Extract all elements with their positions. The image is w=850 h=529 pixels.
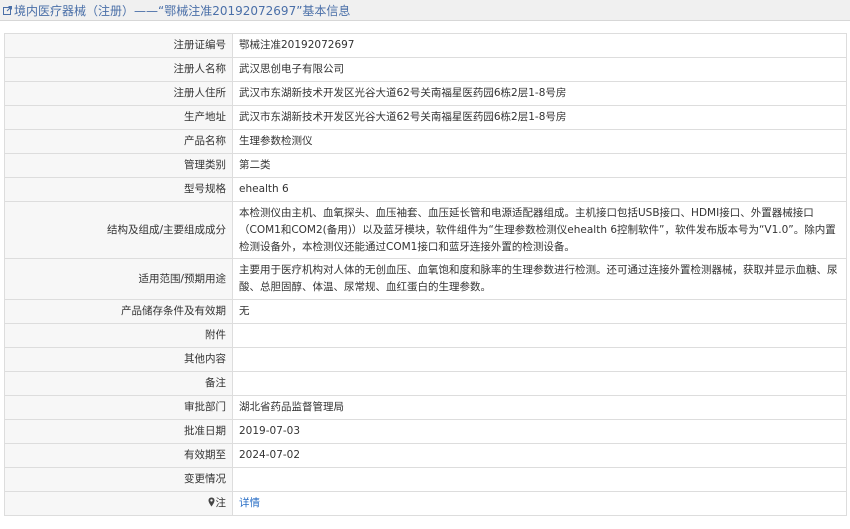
row-label: 生产地址: [4, 105, 233, 130]
table-row: 其他内容: [4, 347, 847, 372]
row-value: 湖北省药品监督管理局: [232, 395, 847, 420]
row-label-note: 注: [4, 491, 233, 516]
basic-info-table: 注册证编号 鄂械注准20192072697 注册人名称 武汉思创电子有限公司 注…: [4, 33, 847, 516]
table-row: 型号规格 ehealth 6: [4, 177, 847, 202]
row-label: 审批部门: [4, 395, 233, 420]
row-label: 注册证编号: [4, 33, 233, 58]
table-row: 产品储存条件及有效期 无: [4, 299, 847, 324]
row-value: [232, 347, 847, 372]
external-link-icon: [3, 5, 12, 15]
row-value: 本检测仪由主机、血氧探头、血压袖套、血压延长管和电源适配器组成。主机接口包括US…: [232, 201, 847, 259]
row-value: 主要用于医疗机构对人体的无创血压、血氧饱和度和脉率的生理参数进行检测。还可通过连…: [232, 258, 847, 300]
table-row: 附件: [4, 323, 847, 348]
table-row: 注册证编号 鄂械注准20192072697: [4, 33, 847, 58]
row-value: ehealth 6: [232, 177, 847, 202]
table-row: 管理类别 第二类: [4, 153, 847, 178]
page-header: 境内医疗器械（注册）——“鄂械注准20192072697”基本信息: [0, 0, 850, 21]
row-value: 武汉市东湖新技术开发区光谷大道62号关南福星医药园6栋2层1-8号房: [232, 81, 847, 106]
row-label: 管理类别: [4, 153, 233, 178]
row-label: 有效期至: [4, 443, 233, 468]
row-label: 结构及组成/主要组成成分: [4, 201, 233, 259]
table-row: 注 详情: [4, 491, 847, 516]
page: 境内医疗器械（注册）——“鄂械注准20192072697”基本信息 注册证编号 …: [0, 0, 850, 529]
table-row: 审批部门 湖北省药品监督管理局: [4, 395, 847, 420]
table-row: 产品名称 生理参数检测仪: [4, 129, 847, 154]
table-row: 变更情况: [4, 467, 847, 492]
row-value: 武汉思创电子有限公司: [232, 57, 847, 82]
row-label: 其他内容: [4, 347, 233, 372]
row-label: 型号规格: [4, 177, 233, 202]
row-label: 注册人住所: [4, 81, 233, 106]
map-pin-icon: [208, 496, 215, 507]
row-label: 注册人名称: [4, 57, 233, 82]
details-link[interactable]: 详情: [239, 497, 260, 509]
row-value: [232, 467, 847, 492]
row-value: 无: [232, 299, 847, 324]
table-row: 有效期至 2024-07-02: [4, 443, 847, 468]
row-value: [232, 371, 847, 396]
table-row: 批准日期 2019-07-03: [4, 419, 847, 444]
row-value: 武汉市东湖新技术开发区光谷大道62号关南福星医药园6栋2层1-8号房: [232, 105, 847, 130]
table-row: 注册人住所 武汉市东湖新技术开发区光谷大道62号关南福星医药园6栋2层1-8号房: [4, 81, 847, 106]
row-value: 2024-07-02: [232, 443, 847, 468]
row-value: 生理参数检测仪: [232, 129, 847, 154]
row-value: [232, 323, 847, 348]
table-row: 备注: [4, 371, 847, 396]
row-label: 批准日期: [4, 419, 233, 444]
page-title: 境内医疗器械（注册）——“鄂械注准20192072697”基本信息: [14, 3, 351, 18]
table-row: 结构及组成/主要组成成分 本检测仪由主机、血氧探头、血压袖套、血压延长管和电源适…: [4, 201, 847, 259]
row-label: 备注: [4, 371, 233, 396]
table-row: 适用范围/预期用途 主要用于医疗机构对人体的无创血压、血氧饱和度和脉率的生理参数…: [4, 258, 847, 300]
table-row: 注册人名称 武汉思创电子有限公司: [4, 57, 847, 82]
row-value: 2019-07-03: [232, 419, 847, 444]
row-label: 附件: [4, 323, 233, 348]
row-label: 产品储存条件及有效期: [4, 299, 233, 324]
row-value: 鄂械注准20192072697: [232, 33, 847, 58]
row-label: 变更情况: [4, 467, 233, 492]
table-row: 生产地址 武汉市东湖新技术开发区光谷大道62号关南福星医药园6栋2层1-8号房: [4, 105, 847, 130]
row-value: 详情: [232, 491, 847, 516]
note-label: 注: [215, 497, 227, 509]
row-label: 适用范围/预期用途: [4, 258, 233, 300]
row-value: 第二类: [232, 153, 847, 178]
row-label: 产品名称: [4, 129, 233, 154]
